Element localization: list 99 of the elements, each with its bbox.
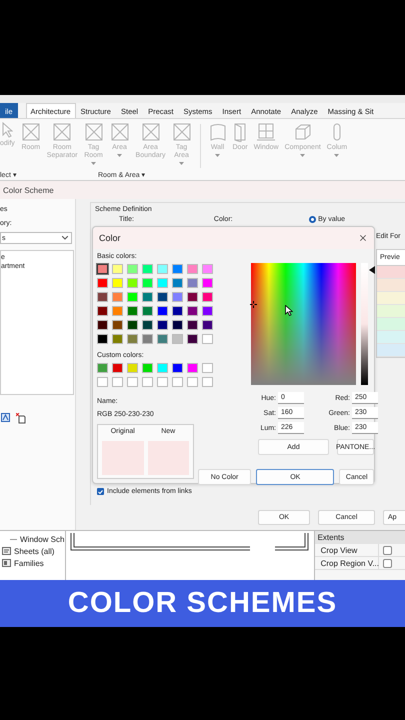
column-icon <box>332 122 342 142</box>
crossed-square-icon <box>172 122 192 142</box>
color-swatch[interactable] <box>157 334 168 344</box>
color-swatch[interactable] <box>157 278 168 288</box>
color-swatch[interactable] <box>112 292 123 302</box>
color-swatch[interactable] <box>97 264 108 274</box>
color-swatch[interactable] <box>112 264 123 274</box>
color-swatch[interactable] <box>172 377 183 387</box>
color-swatch[interactable] <box>142 334 153 344</box>
luminance-bar[interactable] <box>360 263 368 385</box>
color-swatch[interactable] <box>187 377 198 387</box>
family-icon <box>2 559 11 567</box>
color-swatch[interactable] <box>172 278 183 288</box>
color-swatch[interactable] <box>172 264 183 274</box>
color-swatch[interactable] <box>202 278 213 288</box>
color-swatch[interactable] <box>142 306 153 316</box>
color-spectrum[interactable] <box>251 263 356 385</box>
color-swatch[interactable] <box>97 334 108 344</box>
slider-arrow-icon[interactable] <box>368 266 375 274</box>
properties-section-header: Extents <box>314 531 405 544</box>
property-label: Crop Region V... <box>314 557 379 569</box>
color-swatch[interactable] <box>112 363 123 373</box>
crossed-square-icon <box>20 122 41 142</box>
crossed-square-icon <box>84 122 104 142</box>
delete-document-icon[interactable] <box>16 413 26 424</box>
color-swatch[interactable] <box>127 278 138 288</box>
caption-text: COLOR SCHEMES <box>68 587 338 620</box>
color-swatch[interactable] <box>112 278 123 288</box>
crossed-square-icon <box>52 122 72 142</box>
color-swatch[interactable] <box>97 363 108 373</box>
color-swatch[interactable] <box>112 334 123 344</box>
color-swatch[interactable] <box>127 334 138 344</box>
label-icon[interactable] <box>1 413 10 422</box>
color-swatch[interactable] <box>127 264 138 274</box>
color-swatch[interactable] <box>142 264 153 274</box>
color-swatch[interactable] <box>97 377 108 387</box>
chevron-down-icon <box>62 236 68 240</box>
color-swatch[interactable] <box>172 320 183 330</box>
property-label: Crop View <box>314 544 379 556</box>
color-swatch[interactable] <box>142 278 153 288</box>
property-checkbox[interactable] <box>382 546 392 554</box>
dialog-title: Color <box>99 234 121 242</box>
color-swatch[interactable] <box>202 320 213 330</box>
property-checkbox[interactable] <box>382 558 392 568</box>
color-swatch[interactable] <box>97 320 108 330</box>
cursor-icon <box>1 122 14 138</box>
wall-icon <box>208 122 226 142</box>
door-icon <box>233 122 248 142</box>
browser-item[interactable]: Sheets (all) <box>14 546 54 556</box>
color-swatch[interactable] <box>157 377 168 387</box>
sheet-icon <box>2 547 11 555</box>
color-swatch[interactable] <box>112 377 123 387</box>
color-swatch[interactable] <box>142 292 153 302</box>
browser-item[interactable]: Window Sch <box>20 534 64 544</box>
color-swatch[interactable] <box>127 306 138 316</box>
checkmark-icon <box>98 490 103 494</box>
close-icon[interactable] <box>358 233 368 243</box>
color-swatch[interactable] <box>187 306 198 316</box>
color-swatch[interactable] <box>187 320 198 330</box>
color-swatch[interactable] <box>127 377 138 387</box>
color-swatch[interactable] <box>172 363 183 373</box>
color-swatch[interactable] <box>172 306 183 316</box>
color-swatch[interactable] <box>202 334 213 344</box>
color-swatch[interactable] <box>142 377 153 387</box>
crossed-square-icon <box>140 122 161 142</box>
color-swatch[interactable] <box>202 377 213 387</box>
color-swatch[interactable] <box>127 363 138 373</box>
color-swatch[interactable] <box>187 334 198 344</box>
color-swatch[interactable] <box>127 320 138 330</box>
color-swatch[interactable] <box>187 363 198 373</box>
color-swatch[interactable] <box>97 306 108 316</box>
color-swatch[interactable] <box>202 264 213 274</box>
color-swatch[interactable] <box>172 292 183 302</box>
color-swatch[interactable] <box>142 320 153 330</box>
color-swatch[interactable] <box>202 363 213 373</box>
color-swatch[interactable] <box>187 264 198 274</box>
color-swatch[interactable] <box>157 363 168 373</box>
color-swatch[interactable] <box>112 306 123 316</box>
cube-icon <box>292 122 313 142</box>
color-swatch[interactable] <box>97 278 108 288</box>
color-swatch[interactable] <box>157 264 168 274</box>
dialog-title: Color Scheme <box>0 181 405 199</box>
color-swatch[interactable] <box>187 278 198 288</box>
color-swatch[interactable] <box>142 363 153 373</box>
color-swatch[interactable] <box>157 306 168 316</box>
color-swatch[interactable] <box>187 292 198 302</box>
crosshair-icon <box>250 300 257 308</box>
color-swatch[interactable] <box>112 320 123 330</box>
color-swatch[interactable] <box>202 306 213 316</box>
crossed-square-icon <box>110 122 130 142</box>
color-swatch[interactable] <box>157 292 168 302</box>
window-icon <box>256 122 276 142</box>
color-swatch[interactable] <box>157 320 168 330</box>
color-swatch[interactable] <box>172 334 183 344</box>
browser-item[interactable]: Families <box>14 558 44 568</box>
color-swatch[interactable] <box>97 292 108 302</box>
color-swatch[interactable] <box>127 292 138 302</box>
cursor-icon <box>285 305 293 316</box>
color-swatch[interactable] <box>202 292 213 302</box>
